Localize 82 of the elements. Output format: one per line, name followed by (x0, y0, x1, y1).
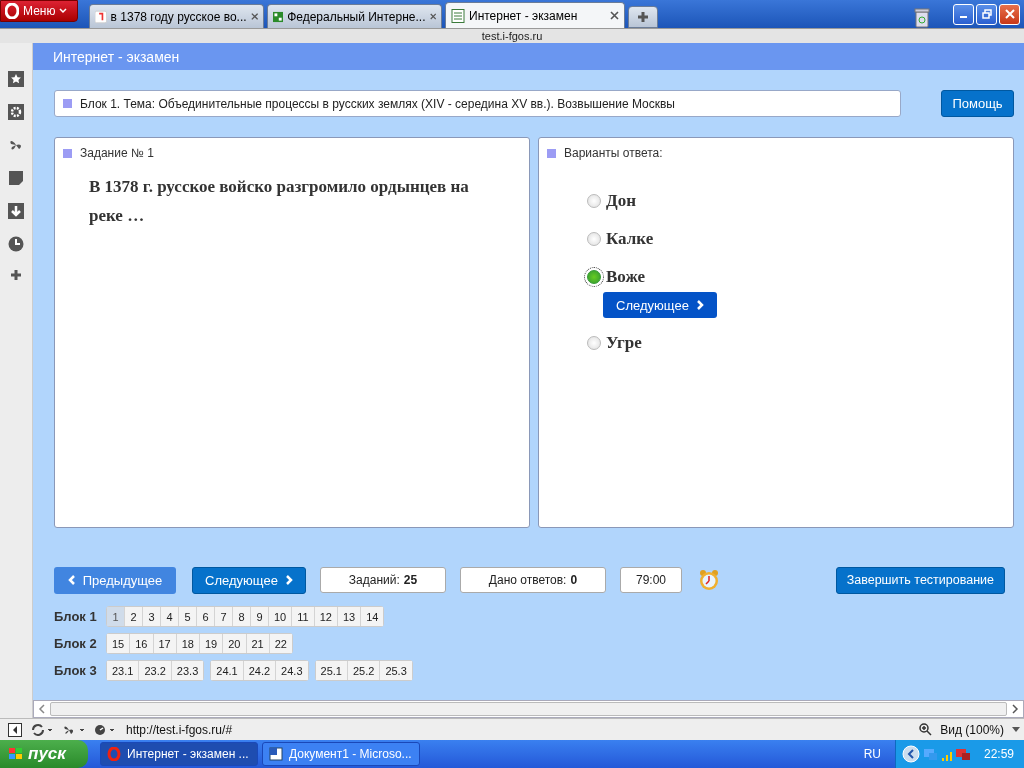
panel-toggle-icon[interactable] (8, 722, 22, 737)
browser-tab[interactable]: в 1378 году русское во... (89, 4, 264, 28)
browser-tab[interactable]: Федеральный Интерне... (267, 4, 442, 28)
download-icon[interactable] (8, 203, 24, 219)
restore-button[interactable] (976, 3, 997, 25)
chevron-icon (284, 575, 293, 585)
minimize-icon (960, 15, 967, 18)
taskbar-window[interactable]: Документ1 - Microso... (262, 742, 420, 766)
next-button[interactable]: Следующее (603, 292, 717, 318)
answer-option[interactable]: Угре (606, 333, 642, 353)
count-label: Заданий: (348, 573, 400, 587)
close-icon[interactable] (610, 11, 619, 20)
host-label: test.i-fgos.ru (481, 30, 543, 42)
gear-icon[interactable] (8, 104, 24, 120)
question-number-button[interactable]: 25.1 (315, 661, 348, 680)
browser-tab[interactable]: Интернет - экзамен (445, 2, 625, 28)
clock-icon[interactable] (8, 236, 24, 252)
zoom-icon[interactable] (919, 723, 933, 736)
opera-logo-icon (5, 3, 19, 19)
block-label: Блок 2 (54, 636, 98, 651)
document-icon (269, 747, 283, 761)
letter-tile-icon (95, 9, 107, 24)
radio-button[interactable] (587, 270, 601, 284)
next-button[interactable]: Следующее (192, 566, 306, 594)
question-number-button[interactable]: 15 (107, 634, 131, 653)
question-text: В 1378 г. русское войско разгромило ордынцев на реке … (89, 176, 470, 227)
restore-icon (981, 9, 992, 19)
alarm-clock-icon (698, 569, 720, 591)
square-icon (63, 148, 72, 158)
panel-heading: Варианты ответа: (564, 146, 663, 160)
timer: 79:00 (620, 567, 682, 593)
scroll-right-icon[interactable] (1011, 704, 1019, 714)
radio-button[interactable] (587, 232, 601, 246)
question-number-button[interactable]: 1 (107, 607, 125, 626)
previous-button[interactable]: Предыдущее (54, 566, 176, 594)
trash-icon[interactable] (914, 8, 930, 28)
start-button[interactable]: пуск (0, 740, 88, 768)
chevron-icon (67, 575, 76, 585)
minimize-button[interactable] (953, 3, 974, 25)
close-button[interactable] (999, 3, 1020, 25)
taskbar-window[interactable]: Интернет - экзамен ... (100, 742, 258, 766)
chevron-icon (695, 300, 704, 310)
page-icon (451, 8, 465, 23)
horizontal-scrollbar[interactable] (33, 700, 1024, 718)
page-icon (273, 9, 284, 24)
clock: 22:59 (983, 747, 1014, 761)
menu-button[interactable]: Меню (0, 0, 78, 22)
panel-heading: Задание № 1 (80, 146, 154, 160)
new-tab-button[interactable] (628, 6, 658, 28)
block-label: Блок 1 (54, 609, 98, 624)
status-url: http://test.i-fgos.ru/# (126, 722, 233, 737)
windows-logo-icon (8, 747, 24, 761)
plus-icon (637, 11, 649, 23)
count-value: 25 (403, 573, 418, 587)
reload-icon[interactable] (30, 722, 54, 737)
caret-icon[interactable] (1012, 726, 1020, 733)
block-title: Блок 1. Тема: Объединительные процессы в русских землях (XIV - середина XV вв.). Возвышение Москвы (54, 90, 901, 117)
question-number-button[interactable]: 23.1 (107, 661, 140, 680)
plus-icon[interactable] (10, 269, 22, 281)
language-indicator[interactable]: RU (863, 747, 881, 761)
finish-test-button[interactable]: Завершить тестирование (835, 566, 1005, 594)
scroll-left-icon[interactable] (38, 704, 46, 714)
count-label: Дано ответов: (488, 573, 567, 587)
star-icon[interactable] (8, 71, 24, 87)
close-icon[interactable] (250, 12, 258, 21)
answer-option[interactable]: Дон (606, 191, 636, 211)
zoom-level[interactable]: Вид (100%) (940, 722, 1004, 737)
radio-button[interactable] (587, 336, 601, 350)
close-icon (1004, 9, 1015, 19)
note-icon[interactable] (8, 170, 24, 186)
square-icon (547, 148, 556, 158)
page-header: Интернет - экзамен (33, 43, 1024, 70)
radio-button[interactable] (587, 194, 601, 208)
caret-icon (59, 8, 68, 14)
close-icon[interactable] (429, 12, 436, 21)
block-label: Блок 3 (54, 663, 98, 678)
answer-option[interactable]: Калке (606, 229, 654, 249)
opera-logo-icon (107, 747, 121, 761)
answer-option[interactable]: Воже (606, 267, 646, 287)
question-number-button[interactable]: 24.1 (211, 661, 244, 680)
count-value: 0 (570, 573, 578, 587)
help-button[interactable]: Помощь (941, 90, 1014, 117)
